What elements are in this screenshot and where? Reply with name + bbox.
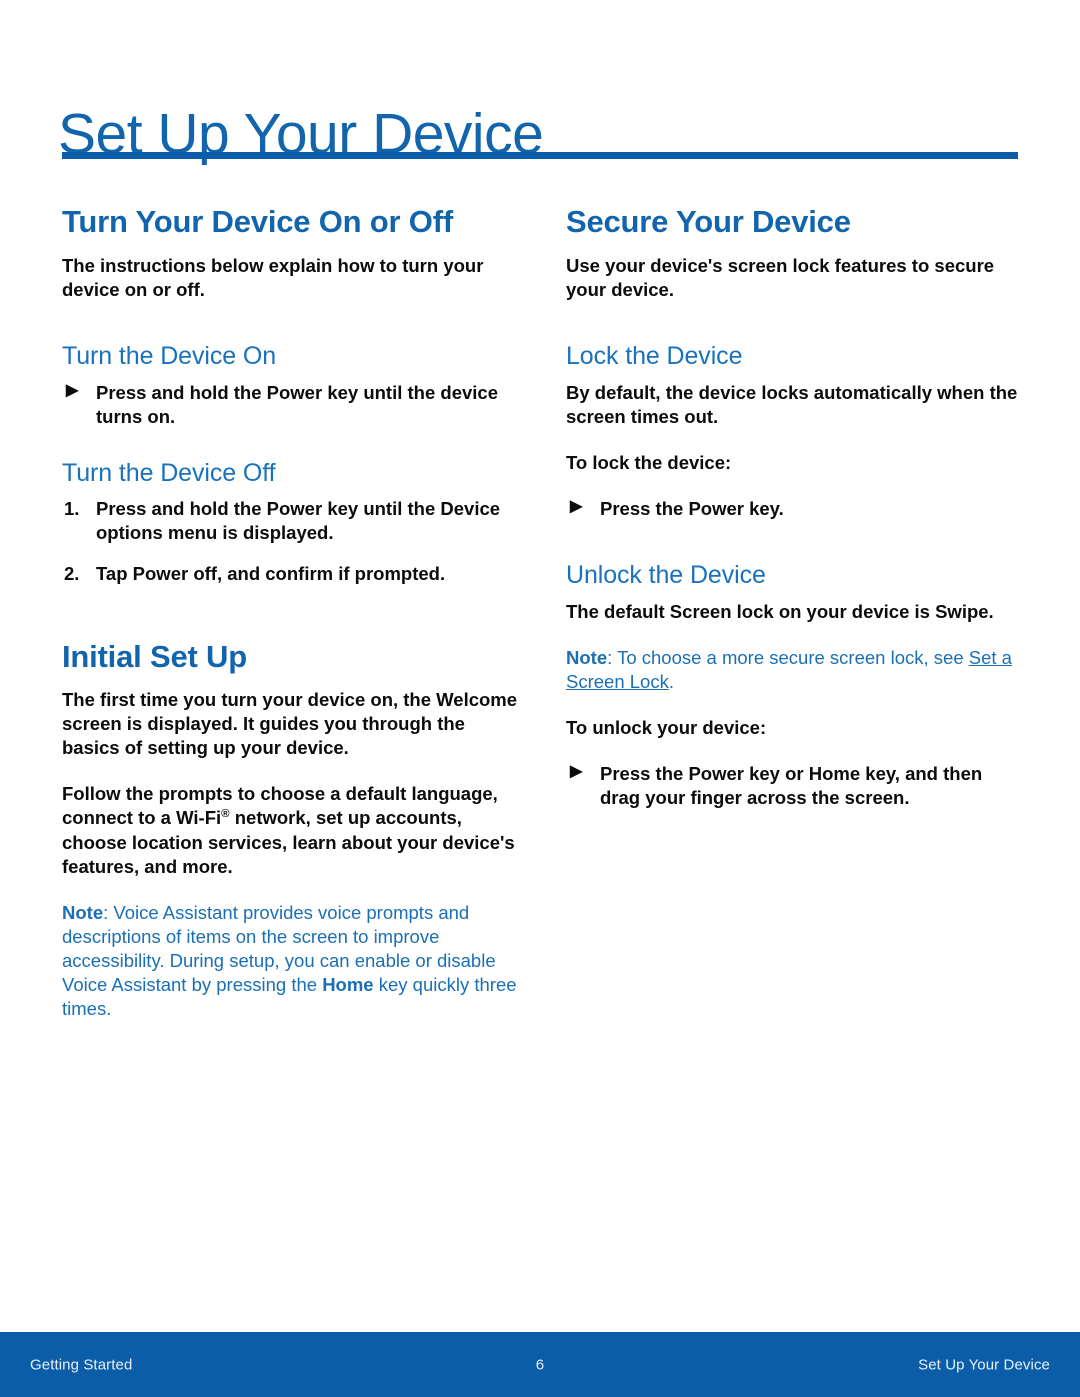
title-divider-rule: [62, 152, 1018, 159]
list-item: ▶ Press the Power key or Home key, and th…: [566, 762, 1024, 810]
subheading-unlock-the-device: Unlock the Device: [566, 560, 766, 589]
list-turn-device-off: 1. Press and hold the Power key until the…: [62, 497, 520, 585]
left-column: Turn Your Device On or Off The instructi…: [62, 204, 520, 1043]
key-name-power: Power: [688, 497, 744, 519]
footer-page-number: 6: [535, 1356, 545, 1373]
note-voice-assistant: Note: Voice Assistant provides voice pro…: [62, 901, 520, 1021]
paragraph-lock-default: By default, the device locks automatical…: [566, 381, 1018, 427]
list-turn-device-on: ▶ Press and hold the Power key until the …: [62, 381, 520, 429]
subheading-turn-the-device-on: Turn the Device On: [62, 341, 277, 370]
note-text-part1: : To choose a more secure screen lock, s…: [607, 646, 969, 668]
key-name-power-off: Power off: [132, 562, 217, 584]
list-lock-device: ▶ Press the Power key.: [566, 497, 1024, 521]
triangle-right-icon: ▶: [570, 497, 583, 515]
paragraph-default-screen-lock: The default Screen lock on your device i…: [566, 600, 994, 622]
key-name-power: Power: [266, 498, 323, 520]
step-number: 1.: [64, 498, 80, 520]
footer-chapter-label: Getting Started: [30, 1356, 133, 1373]
list-item-text-prefix: Press the: [600, 762, 689, 784]
key-name-home: Home: [808, 762, 861, 784]
step-text-prefix: Press and hold the: [96, 498, 267, 520]
section-heading-initial-set-up: Initial Set Up: [62, 638, 247, 674]
paragraph-initial-setup-prompts: Follow the prompts to choose a default l…: [62, 782, 520, 878]
list-item: 1. Press and hold the Power key until the…: [62, 497, 520, 545]
key-name-power: Power: [266, 381, 323, 403]
footer-inner: Getting Started 6 Set Up Your Device: [0, 1332, 1080, 1397]
list-item: ▶ Press and hold the Power key until the …: [62, 381, 520, 429]
note-text-part2: .: [668, 670, 674, 692]
list-item: 2. Tap Power off, and confirm if prompted…: [62, 562, 520, 586]
right-column: Secure Your Device Use your device's scr…: [566, 204, 1024, 1043]
subheading-lock-the-device: Lock the Device: [566, 341, 743, 370]
step-text-prefix: Tap: [96, 562, 133, 584]
list-item-text-prefix: Press the: [600, 497, 689, 519]
subheading-turn-the-device-off: Turn the Device Off: [62, 458, 276, 487]
step-text-suffix: , and confirm if prompted.: [216, 562, 446, 584]
note-secure-screen-lock: Note: To choose a more secure screen loc…: [566, 646, 1024, 694]
two-column-body: Turn Your Device On or Off The instructi…: [0, 204, 1080, 1043]
step-number: 2.: [64, 562, 80, 584]
lead-in-to-unlock-your-device: To unlock your device:: [566, 716, 767, 738]
note-label: Note: [62, 901, 104, 923]
key-name-home: Home: [322, 973, 374, 995]
footer-section-label: Set Up Your Device: [918, 1356, 1050, 1373]
paragraph-initial-setup-welcome: The first time you turn your device on, …: [62, 689, 518, 759]
list-item-text-middle: key or: [743, 762, 809, 784]
key-name-power: Power: [688, 762, 744, 784]
section-heading-secure-your-device: Secure Your Device: [566, 204, 851, 239]
section-heading-turn-device-on-or-off: Turn Your Device On or Off: [62, 204, 453, 239]
triangle-right-icon: ▶: [570, 762, 583, 780]
lead-in-to-lock-the-device: To lock the device:: [566, 451, 732, 473]
intro-paragraph-turn-device: The instructions below explain how to tu…: [62, 254, 484, 300]
page-footer: Getting Started 6 Set Up Your Device: [0, 1332, 1080, 1397]
document-page: Set Up Your Device Turn Your Device On o…: [0, 0, 1080, 1397]
triangle-right-icon: ▶: [66, 381, 79, 399]
list-item: ▶ Press the Power key.: [566, 497, 1024, 521]
list-item-text-suffix: key.: [743, 497, 784, 519]
note-label: Note: [566, 646, 608, 668]
list-unlock-device: ▶ Press the Power key or Home key, and th…: [566, 762, 1024, 810]
registered-trademark-icon: ®: [221, 808, 230, 821]
intro-paragraph-secure-device: Use your device's screen lock features t…: [566, 254, 995, 300]
list-item-text-prefix: Press and hold the: [96, 381, 267, 403]
